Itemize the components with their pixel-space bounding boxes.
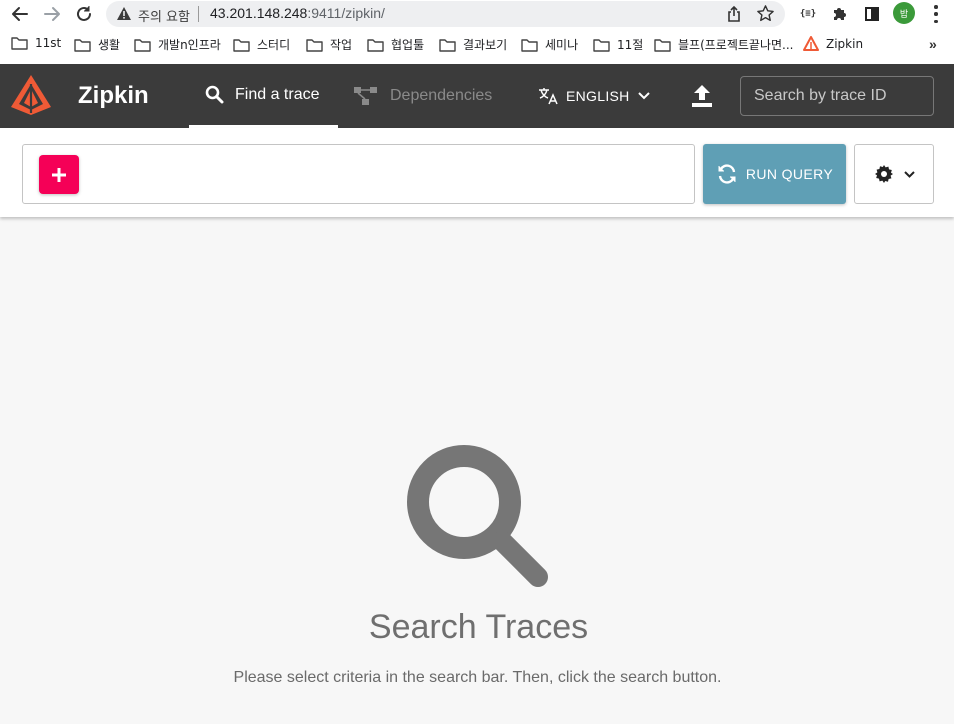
search-criteria-field[interactable] <box>22 144 695 204</box>
bookmark-label: 스터디 <box>257 38 291 52</box>
zipkin-favicon-icon <box>803 36 819 51</box>
bookmark-label: 개발n인프라 <box>158 38 221 52</box>
empty-state-description: Please select criteria in the search bar… <box>233 669 722 686</box>
bookmark-label: 블프(프로젝트끝나면... <box>678 38 794 52</box>
bookmark-label: Zipkin <box>826 36 864 51</box>
bookmark-folder[interactable]: 생활 <box>74 36 120 53</box>
query-bar: RUN QUERY <box>0 128 954 217</box>
puzzle-icon[interactable] <box>830 4 850 24</box>
bookmark-zipkin[interactable]: Zipkin <box>803 36 863 51</box>
refresh-icon <box>718 164 736 184</box>
translate-icon <box>539 88 558 105</box>
bookmark-label: 생활 <box>98 38 121 52</box>
tab-label: Dependencies <box>390 87 493 104</box>
bookmark-folder[interactable]: 개발n인프라 <box>134 36 221 53</box>
dependencies-icon <box>354 87 377 105</box>
bookmark-folder[interactable]: 11st <box>11 36 61 50</box>
run-query-button[interactable]: RUN QUERY <box>703 144 846 204</box>
tab-find-a-trace[interactable]: Find a trace <box>189 64 338 128</box>
app-brand[interactable]: Zipkin <box>78 82 149 110</box>
bookmark-folder[interactable]: 블프(프로젝트끝나면... <box>654 36 794 53</box>
bookmarks-bar: 11st 생활 개발n인프라 스터디 작업 협업툴 결과보기 세미나 11절 블… <box>0 33 954 57</box>
run-query-label: RUN QUERY <box>745 166 834 182</box>
tab-label: Find a trace <box>235 85 320 103</box>
folder-icon <box>306 38 323 52</box>
bookmark-label: 결과보기 <box>463 38 508 52</box>
trace-id-search-input[interactable] <box>740 76 934 116</box>
url-host: 43.201.148.248 <box>210 5 308 21</box>
bookmark-label: 작업 <box>330 38 353 52</box>
bookmark-folder[interactable]: 11절 <box>593 36 643 53</box>
folder-icon <box>11 37 28 50</box>
bookmark-label: 세미나 <box>545 38 579 52</box>
tab-dependencies[interactable]: Dependencies <box>340 64 510 128</box>
zipkin-logo-icon[interactable] <box>9 73 53 122</box>
upload-trace-icon[interactable] <box>690 83 714 114</box>
language-label: ENGLISH <box>566 88 630 104</box>
chevron-down-icon <box>637 92 650 100</box>
folder-icon <box>233 38 250 52</box>
app-header: Zipkin Find a trace Dependencies ENGLISH <box>0 64 954 128</box>
back-icon[interactable] <box>8 2 32 26</box>
url-path: :9411/zipkin/ <box>307 5 385 21</box>
menu-kebab-icon[interactable] <box>930 5 942 23</box>
omnibox-divider <box>198 6 199 22</box>
magnifier-icon <box>405 445 551 592</box>
folder-icon <box>521 38 538 52</box>
folder-icon <box>367 38 384 52</box>
language-selector[interactable]: ENGLISH <box>538 86 650 106</box>
json-extension-icon[interactable]: {≡} <box>798 4 818 24</box>
security-label[interactable]: 주의 요함 <box>138 6 190 25</box>
folder-icon <box>593 38 610 52</box>
chevron-down-icon <box>903 170 915 178</box>
folder-icon <box>654 38 671 52</box>
folder-icon <box>74 38 91 52</box>
bookmark-label: 11절 <box>617 38 644 52</box>
warning-icon[interactable] <box>116 6 132 26</box>
reload-icon[interactable] <box>72 2 96 26</box>
search-icon <box>205 85 224 104</box>
add-criteria-button[interactable] <box>39 155 79 194</box>
profile-avatar[interactable]: 밥 <box>893 2 915 24</box>
url-text[interactable]: 43.201.148.248:9411/zipkin/ <box>210 5 385 21</box>
bookmarks-overflow-icon[interactable]: » <box>929 36 937 52</box>
bookmark-folder[interactable]: 협업툴 <box>367 36 424 53</box>
gear-icon <box>874 165 893 183</box>
bookmark-label: 11st <box>35 36 62 50</box>
plus-icon <box>52 167 66 182</box>
bookmark-star-icon[interactable] <box>756 4 775 28</box>
folder-icon <box>134 38 151 52</box>
bookmark-folder[interactable]: 스터디 <box>233 36 290 53</box>
forward-icon[interactable] <box>40 2 64 26</box>
side-panel-icon[interactable] <box>862 4 882 24</box>
bookmark-folder[interactable]: 세미나 <box>521 36 578 53</box>
address-bar[interactable]: 주의 요함 43.201.148.248:9411/zipkin/ <box>106 1 785 27</box>
empty-state-title: Search Traces <box>368 608 589 646</box>
settings-dropdown-button[interactable] <box>854 144 934 204</box>
bookmark-folder[interactable]: 결과보기 <box>439 36 507 53</box>
bookmark-folder[interactable]: 작업 <box>306 36 352 53</box>
folder-icon <box>439 38 456 52</box>
bookmark-label: 협업툴 <box>391 38 425 52</box>
share-icon[interactable] <box>726 5 742 28</box>
